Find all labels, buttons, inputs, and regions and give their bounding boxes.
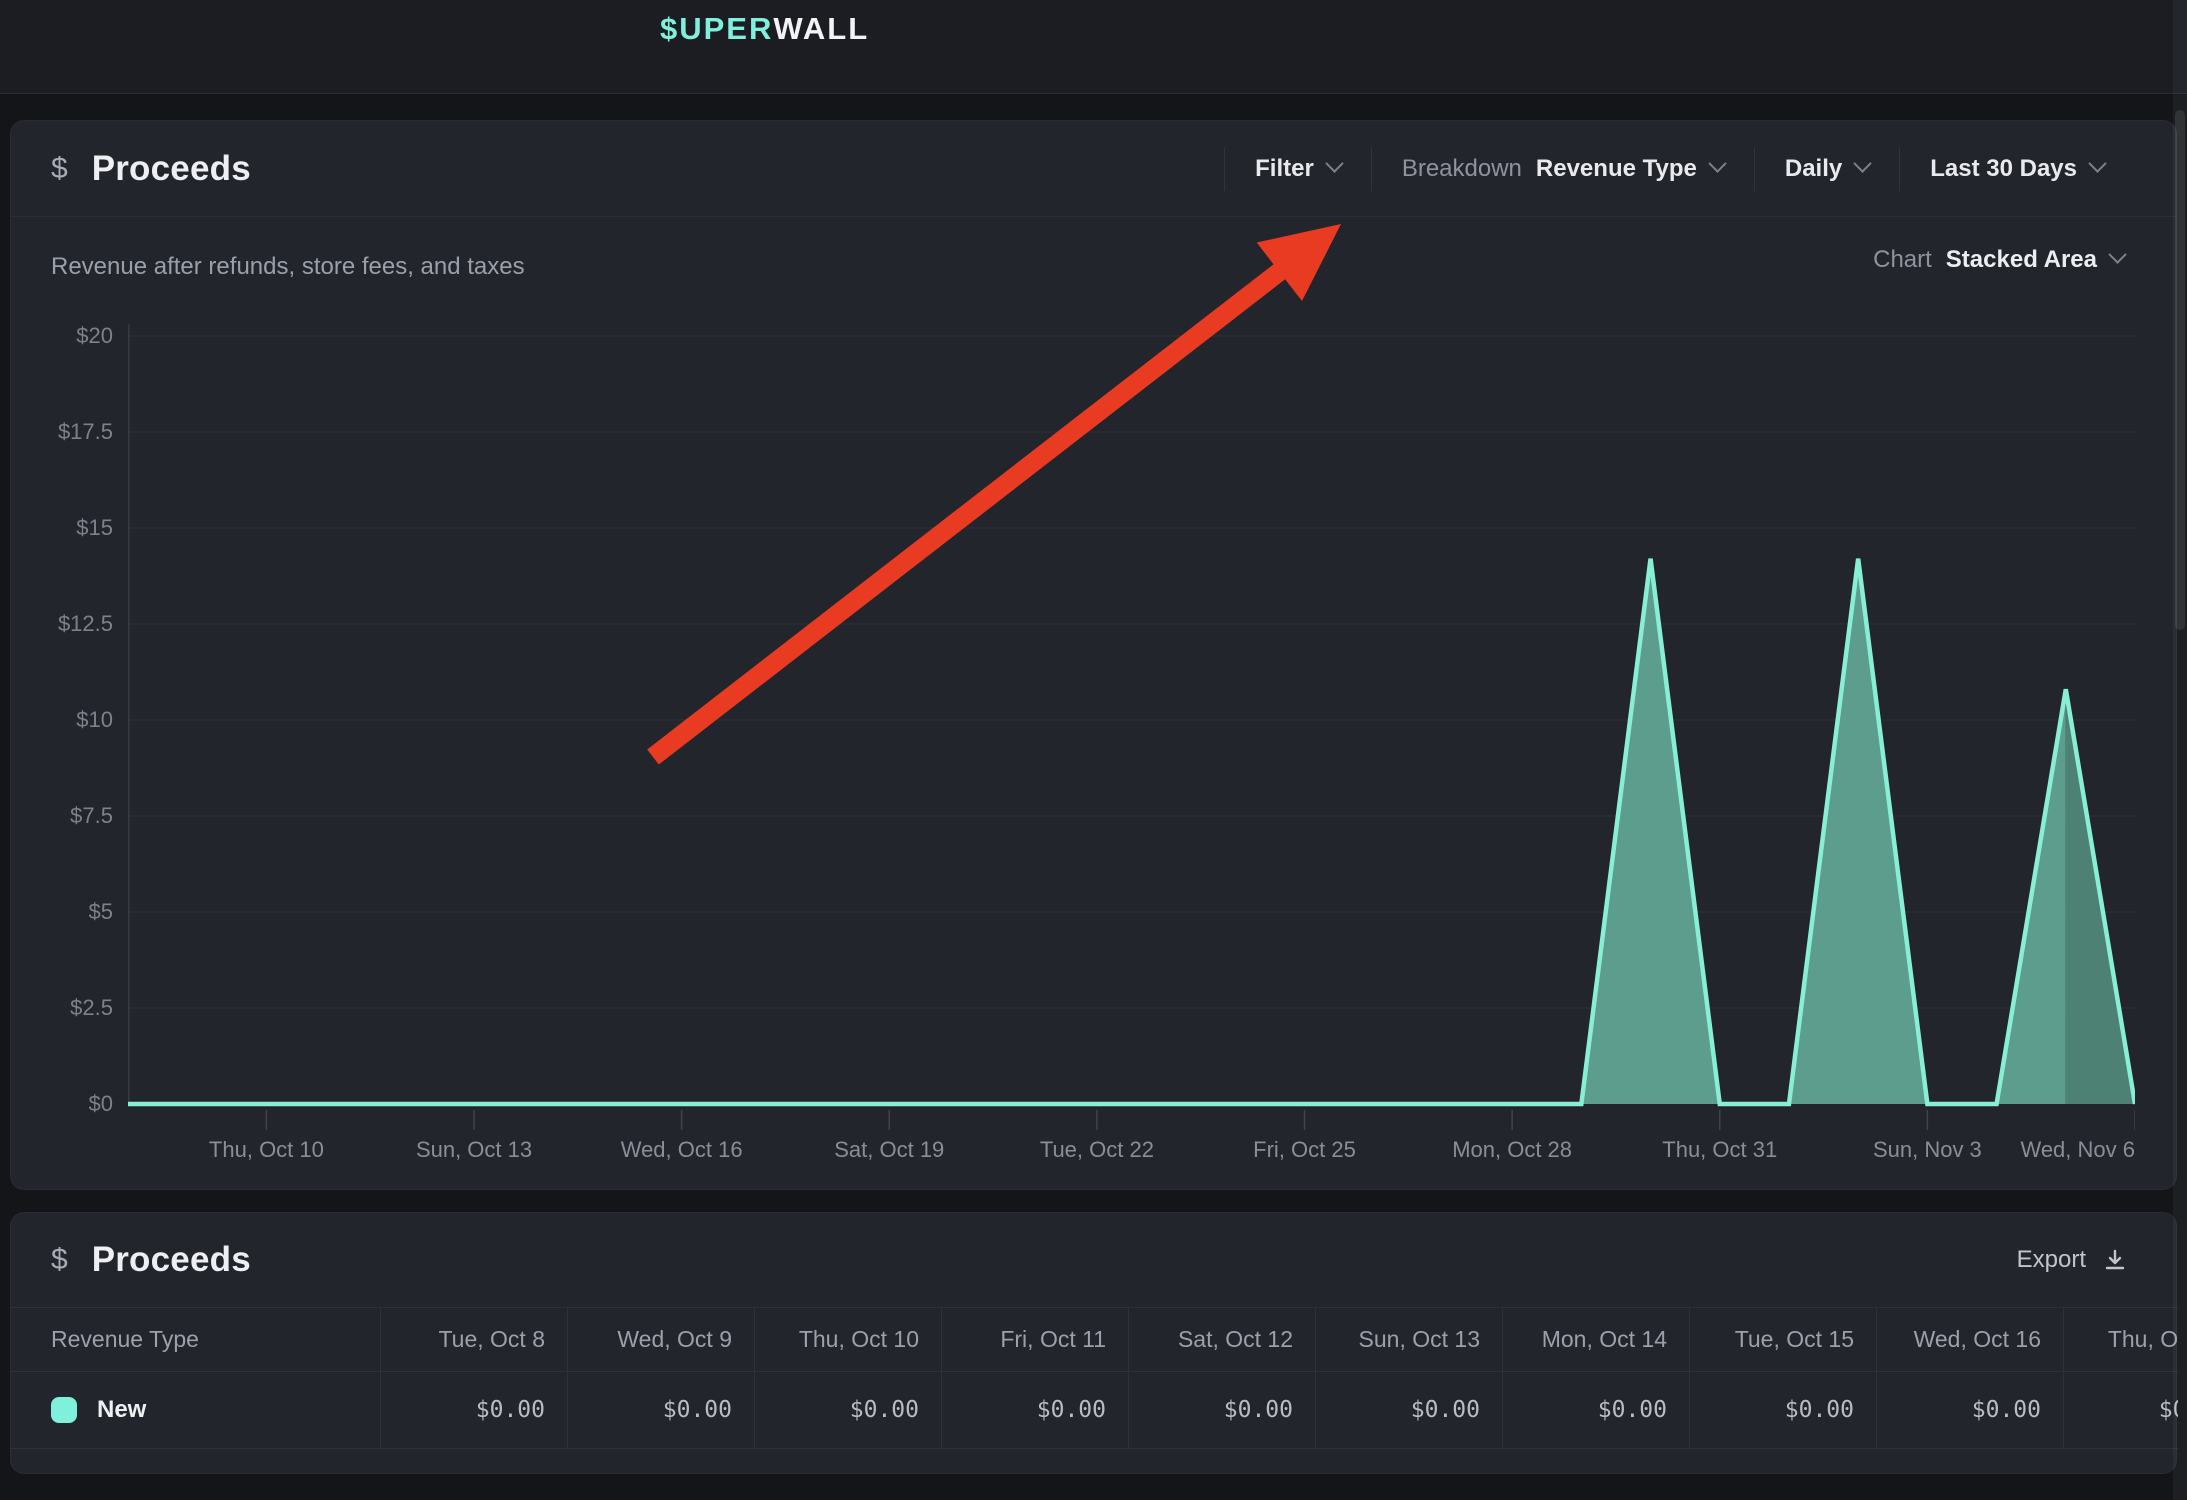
y-axis-label: $0 xyxy=(11,1091,113,1117)
date-range-dropdown[interactable]: Last 30 Days xyxy=(1900,155,2134,183)
column-header-date: Mon, Oct 14 xyxy=(1502,1308,1689,1371)
x-axis-label: Sun, Nov 3 xyxy=(1873,1137,1982,1163)
app-root: $UPERWALL $ Proceeds Filter Breakdown Re… xyxy=(0,0,2187,1500)
y-axis-label: $5 xyxy=(11,899,113,925)
proceeds-table-panel: $ Proceeds Export Revenue TypeTue, Oct 8… xyxy=(10,1212,2177,1474)
export-label: Export xyxy=(2017,1246,2086,1274)
row-label: New xyxy=(97,1396,146,1424)
table-header-row: Revenue TypeTue, Oct 8Wed, Oct 9Thu, Oct… xyxy=(11,1307,2178,1372)
stacked-area-plot xyxy=(128,316,2135,1146)
column-header-date: Sun, Oct 13 xyxy=(1315,1308,1502,1371)
x-axis-label: Mon, Oct 28 xyxy=(1452,1137,1572,1163)
panel-title: Proceeds xyxy=(92,149,251,189)
y-axis-label: $20 xyxy=(11,323,113,349)
column-header-date: Wed, Oct 9 xyxy=(567,1308,754,1371)
y-axis-label: $7.5 xyxy=(11,803,113,829)
chevron-down-icon xyxy=(2088,154,2106,172)
chevron-down-icon xyxy=(1708,154,1726,172)
superwall-logo: $UPERWALL xyxy=(660,0,869,75)
value-cell: $0.00 xyxy=(1876,1372,2063,1448)
value-cell: $0.00 xyxy=(754,1372,941,1448)
export-button[interactable]: Export xyxy=(2011,1213,2134,1307)
chart-controls: Filter Breakdown Revenue Type Daily Last… xyxy=(1224,121,2134,217)
date-range-value: Last 30 Days xyxy=(1930,155,2077,183)
chart-panel-header: $ Proceeds Filter Breakdown Revenue Type… xyxy=(11,121,2176,217)
table-panel-title: Proceeds xyxy=(92,1240,251,1280)
x-axis-label: Sun, Oct 13 xyxy=(416,1137,532,1163)
breakdown-dropdown[interactable]: Breakdown Revenue Type xyxy=(1372,155,1754,183)
chart-type-dropdown[interactable]: Chart Stacked Area xyxy=(1867,245,2130,275)
x-axis: Thu, Oct 10 Sun, Oct 13 Wed, Oct 16 Sat, Oc… xyxy=(128,1137,2135,1167)
logo-prefix: $UPER xyxy=(660,11,773,47)
y-axis-label: $12.5 xyxy=(11,611,113,637)
logo-suffix: WALL xyxy=(773,11,869,47)
revenue-type-cell: New xyxy=(11,1372,380,1448)
breakdown-label: Breakdown xyxy=(1402,155,1522,183)
column-header-date: Tue, Oct 8 xyxy=(380,1308,567,1371)
column-header-date: Thu, Oct 17 xyxy=(2063,1308,2178,1371)
scrollbar-thumb[interactable] xyxy=(2175,110,2185,630)
column-header-date: Wed, Oct 16 xyxy=(1876,1308,2063,1371)
panel-subtitle: Revenue after refunds, store fees, and t… xyxy=(51,253,525,281)
top-bar: $UPERWALL xyxy=(0,0,2187,94)
y-axis-label: $2.5 xyxy=(11,995,113,1021)
filter-label: Filter xyxy=(1255,155,1314,183)
value-cell: $0.00 xyxy=(1128,1372,1315,1448)
table-panel-header: $ Proceeds Export xyxy=(11,1213,2176,1307)
filter-dropdown[interactable]: Filter xyxy=(1225,155,1371,183)
value-cell: $0.00 xyxy=(567,1372,754,1448)
breakdown-value: Revenue Type xyxy=(1536,155,1697,183)
scrollbar[interactable] xyxy=(2173,0,2187,1500)
x-axis-label: Thu, Oct 31 xyxy=(1662,1137,1777,1163)
x-axis-label: Tue, Oct 22 xyxy=(1040,1137,1154,1163)
value-cell: $0.00 xyxy=(1315,1372,1502,1448)
granularity-value: Daily xyxy=(1785,155,1842,183)
x-axis-label: Sat, Oct 19 xyxy=(834,1137,944,1163)
legend-swatch xyxy=(51,1397,77,1423)
value-cell: $0.00 xyxy=(2063,1372,2178,1448)
value-cell: $0.00 xyxy=(941,1372,1128,1448)
x-axis-label: Wed, Nov 6 xyxy=(2020,1137,2135,1163)
value-cell: $0.00 xyxy=(380,1372,567,1448)
value-cell: $0.00 xyxy=(1502,1372,1689,1448)
x-axis-label: Thu, Oct 10 xyxy=(209,1137,324,1163)
chart-type-value: Stacked Area xyxy=(1946,246,2097,274)
x-axis-label: Wed, Oct 16 xyxy=(621,1137,743,1163)
chevron-down-icon xyxy=(1854,154,1872,172)
table-row: New$0.00$0.00$0.00$0.00$0.00$0.00$0.00$0… xyxy=(11,1372,2178,1449)
y-axis-label: $10 xyxy=(11,707,113,733)
chevron-down-icon xyxy=(1325,154,1343,172)
x-axis-label: Fri, Oct 25 xyxy=(1253,1137,1356,1163)
download-icon xyxy=(2102,1247,2128,1273)
dollar-icon: $ xyxy=(51,152,68,186)
y-axis: $0 $2.5 $5 $7.5 $10 $12.5 $15 $17.5 $20 xyxy=(11,316,113,1146)
granularity-dropdown[interactable]: Daily xyxy=(1755,155,1899,183)
proceeds-chart-panel: $ Proceeds Filter Breakdown Revenue Type… xyxy=(10,120,2177,1190)
dollar-icon: $ xyxy=(51,1243,68,1277)
column-header-date: Tue, Oct 15 xyxy=(1689,1308,1876,1371)
y-axis-label: $17.5 xyxy=(11,419,113,445)
value-cell: $0.00 xyxy=(1689,1372,1876,1448)
column-header-date: Thu, Oct 10 xyxy=(754,1308,941,1371)
y-axis-label: $15 xyxy=(11,515,113,541)
column-header-date: Fri, Oct 11 xyxy=(941,1308,1128,1371)
chevron-down-icon xyxy=(2108,245,2126,263)
column-header-date: Sat, Oct 12 xyxy=(1128,1308,1315,1371)
chart-type-label: Chart xyxy=(1873,246,1932,274)
column-header-revenue-type: Revenue Type xyxy=(11,1308,380,1371)
